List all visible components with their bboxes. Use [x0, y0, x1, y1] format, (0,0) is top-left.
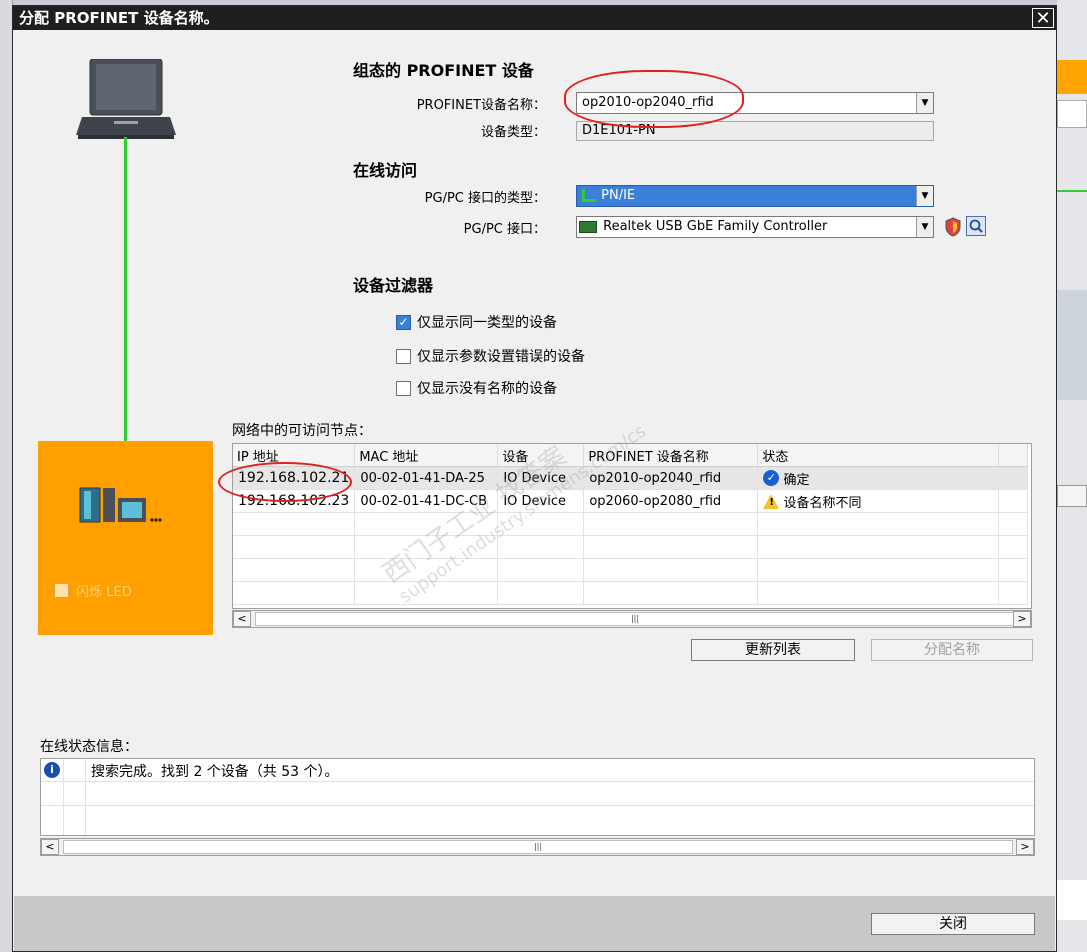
led-label: 闪烁 LED	[76, 585, 132, 600]
filter-heading: 设备过滤器	[353, 276, 434, 295]
table-row	[233, 581, 1029, 605]
pg-pc-icon	[76, 58, 176, 139]
led-checkbox[interactable]	[54, 583, 69, 598]
device-type-label: 设备类型：	[480, 125, 546, 140]
chevron-down-icon[interactable]: ▼	[916, 186, 933, 206]
filter-option-label: 仅显示没有名称的设备	[417, 381, 557, 397]
status-text: 设备名称不同	[783, 495, 862, 511]
table-row[interactable]: 192.168.102.21 00-02-01-41-DA-25 IO Devi…	[233, 466, 1029, 490]
scroll-thumb[interactable]: |||	[255, 612, 1015, 626]
close-icon[interactable]: ✕	[1032, 8, 1054, 29]
scroll-left-icon[interactable]: <	[41, 839, 59, 855]
table-row	[233, 535, 1029, 559]
filter-option-same-type[interactable]: ✓ 仅显示同一类型的设备	[396, 312, 557, 332]
checkbox[interactable]	[396, 348, 411, 364]
check-circle-icon: ✓	[763, 470, 780, 486]
chevron-down-icon[interactable]: ▼	[916, 93, 933, 113]
list-item: i 搜索完成。找到 2 个设备（共 53 个）。	[41, 759, 1034, 782]
assign-name-button[interactable]: 分配名称	[871, 639, 1033, 661]
iftype-combo[interactable]: PN/IE ▼	[576, 185, 934, 207]
status-info-list: i 搜索完成。找到 2 个设备（共 53 个）。	[40, 758, 1035, 836]
scroll-left-icon[interactable]: <	[233, 611, 251, 627]
if-label: PG/PC 接口：	[463, 222, 546, 237]
online-heading: 在线访问	[353, 161, 418, 180]
table-row	[233, 512, 1029, 536]
column-header-mac[interactable]: MAC 地址	[354, 444, 499, 467]
dialog-body: 闪烁 LED 组态的 PROFINET 设备 PROFINET设备名称： op2…	[14, 30, 1055, 951]
search-device-icon[interactable]	[966, 216, 986, 236]
if-value: Realtek USB GbE Family Controller	[603, 219, 828, 234]
scroll-right-icon[interactable]: >	[1016, 839, 1034, 855]
cell-profinet-name: op2010-op2040_rfid	[583, 466, 759, 490]
dialog-title: 分配 PROFINET 设备名称。	[19, 9, 219, 27]
background-app-right-edge	[1057, 0, 1087, 952]
shield-icon[interactable]	[944, 217, 962, 237]
checkbox-checked[interactable]: ✓	[396, 314, 411, 330]
if-combo[interactable]: Realtek USB GbE Family Controller ▼	[576, 216, 934, 238]
warning-icon: !	[763, 493, 780, 509]
chevron-down-icon[interactable]: ▼	[916, 217, 933, 237]
checkbox[interactable]	[396, 380, 411, 396]
filter-option-label: 仅显示同一类型的设备	[417, 315, 557, 331]
table-row	[233, 558, 1029, 582]
cell-status: ! 设备名称不同	[757, 489, 1000, 513]
cell-status: ✓ 确定	[757, 466, 1000, 490]
cell-profinet-name: op2060-op2080_rfid	[583, 489, 759, 513]
scroll-right-icon[interactable]: >	[1013, 611, 1031, 627]
update-list-button[interactable]: 更新列表	[691, 639, 855, 661]
nodes-title: 网络中的可访问节点：	[232, 423, 372, 439]
dialog-titlebar: 分配 PROFINET 设备名称。 ✕	[13, 6, 1056, 30]
annotation-circle-ip	[218, 462, 352, 502]
iftype-value: PN/IE	[601, 188, 636, 203]
device-name-label: PROFINET设备名称：	[416, 98, 546, 113]
filter-option-param-error[interactable]: 仅显示参数设置错误的设备	[396, 346, 585, 366]
nodes-hscrollbar[interactable]: < ||| >	[232, 610, 1032, 628]
configured-heading: 组态的 PROFINET 设备	[353, 61, 534, 80]
column-header-status[interactable]: 状态	[757, 444, 1000, 467]
close-button[interactable]: 关闭	[871, 913, 1035, 935]
filter-option-no-name[interactable]: 仅显示没有名称的设备	[396, 378, 557, 398]
info-icon: i	[44, 762, 60, 778]
nic-icon	[579, 220, 597, 233]
nodes-table: IP 地址 MAC 地址 设备 PROFINET 设备名称 状态 192.168…	[232, 443, 1032, 609]
scroll-thumb[interactable]: |||	[63, 840, 1013, 854]
led-flash-option[interactable]: 闪烁 LED	[54, 581, 132, 600]
status-info-title: 在线状态信息：	[40, 739, 138, 755]
device-icon	[78, 486, 178, 526]
table-row[interactable]: 192.168.102.23 00-02-01-41-DC-CB IO Devi…	[233, 489, 1029, 513]
filter-option-label: 仅显示参数设置错误的设备	[417, 349, 585, 365]
device-panel: 闪烁 LED	[38, 441, 213, 635]
status-hscrollbar[interactable]: < ||| >	[40, 838, 1035, 856]
network-icon	[579, 188, 597, 203]
annotation-circle-name	[564, 70, 744, 128]
status-message: 搜索完成。找到 2 个设备（共 53 个）。	[91, 764, 339, 780]
status-text: 确定	[783, 472, 810, 488]
cell-mac: 00-02-01-41-DA-25	[354, 466, 499, 490]
assign-name-dialog: 分配 PROFINET 设备名称。 ✕ 闪烁 LED 组态的 PROFINET …	[12, 5, 1057, 952]
iftype-label: PG/PC 接口的类型：	[424, 191, 546, 206]
